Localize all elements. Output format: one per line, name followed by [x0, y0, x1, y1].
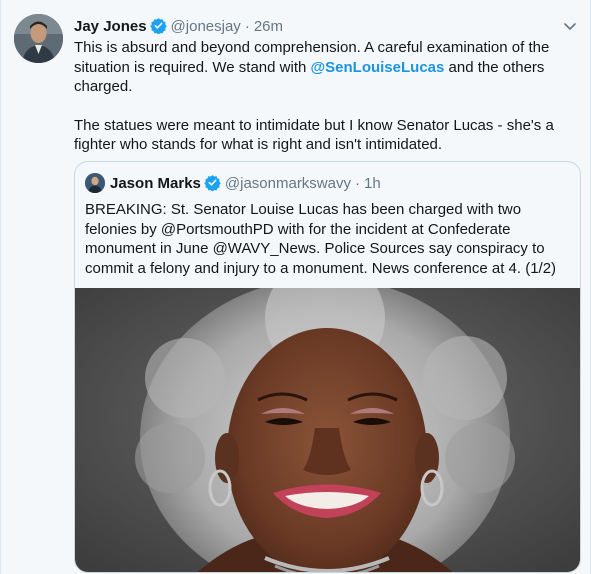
quoted-tweet-text: BREAKING: St. Senator Louise Lucas has b… [85, 201, 557, 277]
tweet[interactable]: Jay Jones @jonesjay · 26m This is absurd an… [0, 0, 591, 574]
quoted-author-name[interactable]: Jason Marks [110, 175, 201, 192]
verified-badge-icon [149, 17, 167, 39]
separator-dot: · [354, 175, 360, 192]
quoted-tweet-header: Jason Marks @jasonmarkswavy · 1h [110, 174, 381, 196]
quoted-tweet[interactable]: Jason Marks @jasonmarkswavy · 1h BREAKING: … [74, 161, 581, 573]
mention-link[interactable]: @SenLouiseLucas [311, 59, 445, 76]
author-avatar[interactable] [14, 14, 63, 63]
separator-dot: · [244, 18, 250, 35]
chevron-down-icon[interactable] [560, 16, 580, 36]
author-handle[interactable]: @jonesjay [171, 18, 241, 35]
tweet-time[interactable]: 26m [254, 18, 283, 35]
quoted-author-avatar[interactable] [85, 173, 105, 193]
verified-badge-icon [204, 174, 221, 196]
tweet-text: This is absurd and beyond comprehension.… [74, 38, 564, 155]
tweet-paragraph-2: The statues were meant to intimidate but… [74, 116, 554, 154]
tweet-paragraph-1: This is absurd and beyond comprehension.… [74, 38, 564, 97]
quoted-tweet-time[interactable]: 1h [364, 175, 381, 192]
quoted-tweet-photo[interactable] [75, 288, 580, 572]
tweet-header: Jay Jones @jonesjay · 26m [74, 17, 283, 39]
quoted-author-handle[interactable]: @jasonmarkswavy [225, 175, 351, 192]
author-name[interactable]: Jay Jones [74, 18, 147, 35]
